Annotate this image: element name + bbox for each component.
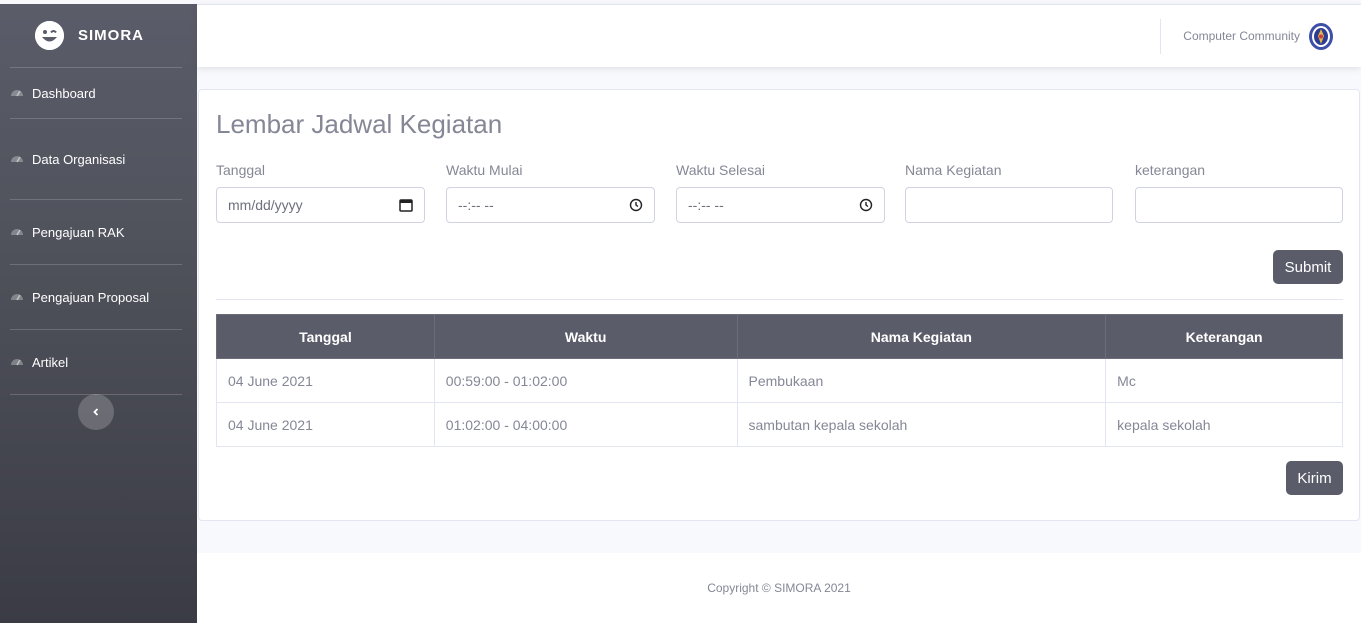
- keterangan-input[interactable]: [1135, 187, 1343, 223]
- section-divider: [216, 299, 1343, 300]
- table-cell: Pembukaan: [736, 358, 1107, 403]
- table-cell: sambutan kepala sekolah: [736, 402, 1107, 447]
- table-row: 04 June 2021 01:02:00 - 04:00:00 sambuta…: [216, 402, 1343, 447]
- waktu-selesai-placeholder: --:-- --: [688, 197, 724, 213]
- table-header-waktu: Waktu: [433, 314, 738, 359]
- user-name[interactable]: Computer Community: [1183, 29, 1300, 43]
- tanggal-input[interactable]: mm/dd/yyyy: [216, 187, 425, 223]
- tachometer-icon: [11, 90, 23, 97]
- table-header-tanggal: Tanggal: [216, 314, 435, 359]
- topbar: Computer Community: [197, 4, 1361, 67]
- waktu-selesai-input[interactable]: --:-- --: [676, 187, 885, 223]
- jadwal-card: Lembar Jadwal Kegiatan Tanggal mm/dd/yyy…: [198, 89, 1360, 521]
- clock-icon[interactable]: [629, 198, 643, 212]
- nama-kegiatan-label: Nama Kegiatan: [905, 162, 1002, 178]
- sidebar-item-label: Dashboard: [32, 85, 96, 101]
- sidebar-item-dashboard[interactable]: Dashboard: [0, 68, 197, 118]
- tachometer-icon: [11, 359, 23, 366]
- table-header-keterangan: Keterangan: [1105, 314, 1343, 359]
- waktu-mulai-placeholder: --:-- --: [458, 197, 494, 213]
- tachometer-icon: [11, 229, 23, 236]
- waktu-mulai-input[interactable]: --:-- --: [446, 187, 655, 223]
- table-cell: 01:02:00 - 04:00:00: [433, 402, 738, 447]
- sidebar-item-pengajuan-proposal[interactable]: Pengajuan Proposal: [0, 265, 197, 329]
- footer: Copyright © SIMORA 2021: [197, 553, 1361, 623]
- kirim-button[interactable]: Kirim: [1286, 461, 1343, 495]
- table-header-row: Tanggal Waktu Nama Kegiatan Keterangan: [216, 314, 1343, 359]
- sidebar-item-label: Artikel: [32, 354, 69, 370]
- sidebar-item-label: Pengajuan RAK: [32, 224, 125, 240]
- table-cell: 04 June 2021: [216, 402, 435, 447]
- tachometer-icon: [11, 294, 23, 301]
- sidebar: SIMORA Dashboard Data Organisasi Pengaju…: [0, 4, 197, 623]
- copyright-text: Copyright © SIMORA 2021: [707, 581, 851, 595]
- sidebar-item-artikel[interactable]: Artikel: [0, 330, 197, 394]
- submit-button[interactable]: Submit: [1273, 250, 1343, 284]
- sidebar-toggle-button[interactable]: [78, 394, 114, 430]
- nama-kegiatan-input[interactable]: [905, 187, 1113, 223]
- topbar-divider: [1160, 19, 1161, 54]
- avatar[interactable]: [1308, 22, 1334, 51]
- tachometer-icon: [11, 156, 23, 163]
- laugh-wink-icon: [35, 21, 64, 50]
- waktu-mulai-label: Waktu Mulai: [446, 162, 523, 178]
- page-title: Lembar Jadwal Kegiatan: [216, 109, 503, 139]
- sidebar-brand[interactable]: SIMORA: [0, 4, 197, 67]
- sidebar-item-label: Pengajuan Proposal: [32, 289, 150, 305]
- table-cell: 00:59:00 - 01:02:00: [433, 358, 738, 403]
- sidebar-item-pengajuan-rak[interactable]: Pengajuan RAK: [0, 200, 197, 264]
- keterangan-label: keterangan: [1135, 162, 1206, 178]
- calendar-icon[interactable]: [399, 198, 413, 212]
- clock-icon[interactable]: [859, 198, 873, 212]
- tanggal-label: Tanggal: [216, 162, 266, 178]
- table-row: 04 June 2021 00:59:00 - 01:02:00 Pembuka…: [216, 358, 1343, 403]
- sidebar-item-label: Data Organisasi: [32, 151, 126, 167]
- chevron-left-icon: [93, 408, 99, 416]
- table-cell: kepala sekolah: [1105, 402, 1343, 447]
- table-cell: 04 June 2021: [216, 358, 435, 403]
- table-header-nama-kegiatan: Nama Kegiatan: [736, 314, 1107, 359]
- jadwal-table: Tanggal Waktu Nama Kegiatan Keterangan 0…: [216, 314, 1343, 447]
- table-cell: Mc: [1105, 358, 1343, 403]
- tanggal-placeholder: mm/dd/yyyy: [228, 197, 303, 213]
- waktu-selesai-label: Waktu Selesai: [676, 162, 765, 178]
- brand-name: SIMORA: [78, 27, 144, 44]
- sidebar-item-data-organisasi[interactable]: Data Organisasi: [0, 119, 197, 199]
